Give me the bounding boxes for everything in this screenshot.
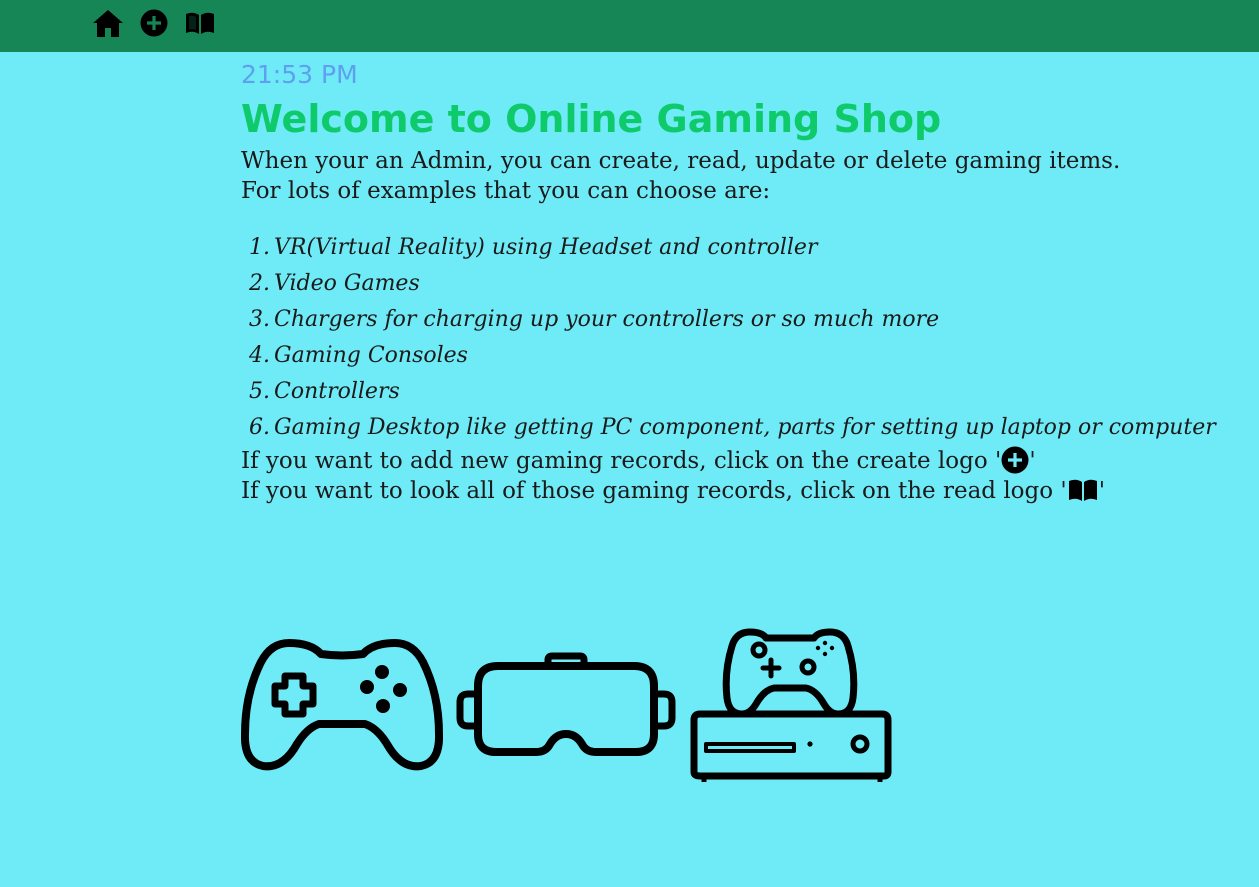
read-hint-text: If you want to look all of those gaming … xyxy=(241,478,1106,504)
examples-intro-text: For lots of examples that you can choose… xyxy=(241,178,771,204)
create-hint-text: If you want to add new gaming records, c… xyxy=(241,446,1036,474)
book-icon xyxy=(1068,479,1097,501)
intro-text: When your an Admin, you can create, read… xyxy=(241,148,1121,174)
vr-headset-icon xyxy=(456,652,676,756)
list-item: 1. VR(Virtual Reality) using Headset and … xyxy=(249,235,818,260)
gamepad-icon xyxy=(241,639,443,771)
page-title: Welcome to Online Gaming Shop xyxy=(241,97,942,141)
examples-list: 1. VR(Virtual Reality) using Headset and … xyxy=(241,230,1216,446)
list-item: 2. Video Games xyxy=(249,271,420,296)
list-item: 6. Gaming Desktop like getting PC compone… xyxy=(249,415,1216,440)
book-icon[interactable] xyxy=(184,11,216,35)
plus-circle-icon[interactable] xyxy=(140,9,168,37)
list-item: 4. Gaming Consoles xyxy=(249,343,468,368)
game-console-icon xyxy=(690,628,892,782)
main-content: 21:53 PM Welcome to Online Gaming Shop W… xyxy=(241,58,1216,506)
home-icon[interactable] xyxy=(92,8,124,38)
list-item: 5. Controllers xyxy=(249,379,400,404)
current-time: 21:53 PM xyxy=(241,60,358,89)
list-item: 3. Chargers for charging up your controll… xyxy=(249,307,940,332)
top-nav-bar xyxy=(0,0,1259,52)
plus-circle-icon xyxy=(1001,446,1029,474)
